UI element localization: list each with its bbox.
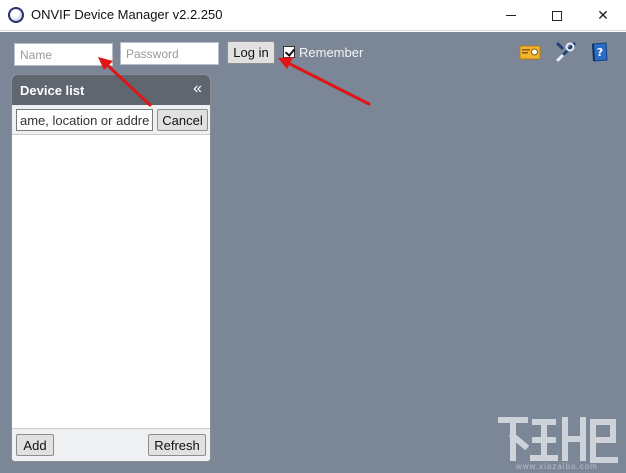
cancel-search-button[interactable]: Cancel bbox=[157, 109, 208, 131]
device-list-title: Device list bbox=[20, 83, 85, 98]
device-list-panel: Device list « Cancel Add Refresh bbox=[11, 74, 211, 462]
device-list-area[interactable] bbox=[12, 136, 210, 429]
maximize-icon bbox=[552, 10, 562, 21]
window-title: ONVIF Device Manager v2.2.250 bbox=[31, 7, 223, 22]
device-list-header: Device list « bbox=[12, 75, 210, 105]
minimize-button[interactable] bbox=[488, 0, 534, 31]
remember-checkbox[interactable] bbox=[283, 46, 295, 58]
minimize-icon bbox=[506, 15, 516, 16]
device-search-input[interactable] bbox=[16, 109, 153, 131]
name-input[interactable] bbox=[14, 43, 113, 66]
main-workspace: Log in Remember ? Device list « Cancel A… bbox=[0, 32, 626, 473]
maximize-button[interactable] bbox=[534, 0, 580, 31]
close-button[interactable]: ✕ bbox=[580, 0, 626, 31]
login-button[interactable]: Log in bbox=[227, 41, 275, 64]
collapse-panel-icon[interactable]: « bbox=[193, 80, 202, 98]
title-bar: ONVIF Device Manager v2.2.250 ✕ bbox=[0, 0, 626, 31]
certificate-icon[interactable] bbox=[519, 41, 541, 63]
onvif-logo-icon bbox=[8, 7, 24, 23]
tools-icon[interactable] bbox=[555, 41, 577, 63]
help-book-icon[interactable]: ? bbox=[589, 41, 611, 63]
watermark-url: www.xiazaiba.com bbox=[516, 462, 598, 471]
device-list-footer: Add Refresh bbox=[12, 428, 210, 461]
close-icon: ✕ bbox=[597, 7, 609, 23]
device-search-row: Cancel bbox=[12, 105, 210, 135]
refresh-button[interactable]: Refresh bbox=[148, 434, 206, 456]
add-device-button[interactable]: Add bbox=[16, 434, 54, 456]
remember-label: Remember bbox=[299, 45, 364, 60]
password-input[interactable] bbox=[120, 42, 219, 65]
svg-text:?: ? bbox=[597, 46, 603, 59]
